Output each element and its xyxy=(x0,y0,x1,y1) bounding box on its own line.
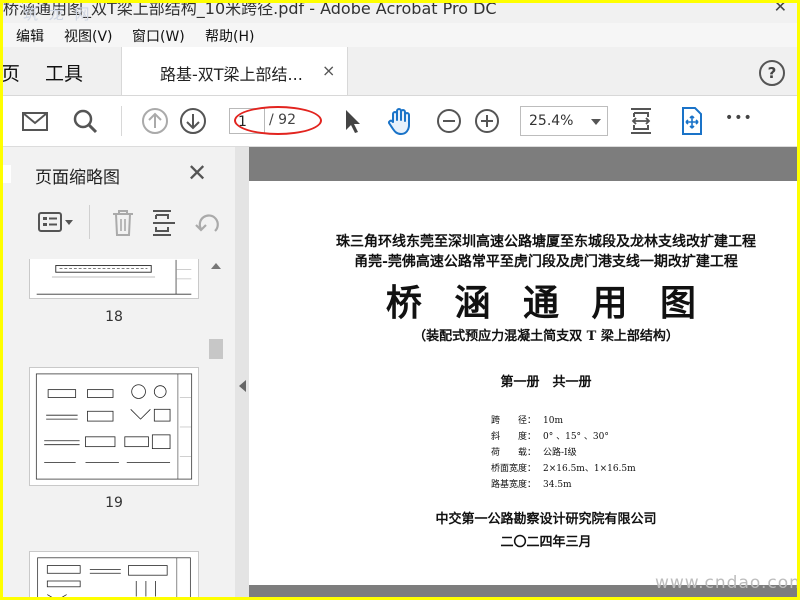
panel-collapse-strip[interactable] xyxy=(235,147,249,597)
scroll-mode-icon[interactable] xyxy=(675,105,707,137)
thumbnail-page-number: 18 xyxy=(105,309,123,325)
page-down-icon[interactable] xyxy=(177,105,209,137)
page-up-icon[interactable] xyxy=(139,105,171,137)
spec-row: 桥面宽度： 2×16.5m、1×16.5m xyxy=(491,461,636,474)
page-extract-icon[interactable] xyxy=(149,207,179,239)
spec-value: 10m xyxy=(543,416,563,426)
organization: 中交第一公路勘察设计研究院有限公司 xyxy=(435,512,657,527)
project-title-line2: 甬莞-莞佛高速公路常平至虎门段及虎门港支线一期改扩建工程 xyxy=(354,254,738,270)
rotate-icon[interactable] xyxy=(193,207,223,239)
project-title-line1: 珠三角环线东莞至深圳高速公路塘厦至东城段及龙林支线改扩建工程 xyxy=(336,234,756,250)
hand-tool-icon[interactable] xyxy=(384,105,416,137)
tab-document[interactable]: 路基-双T梁上部结... × xyxy=(121,47,348,95)
tab-document-label: 路基-双T梁上部结... xyxy=(160,65,303,84)
spec-row: 路基宽度： 34.5m xyxy=(491,477,572,490)
subtitle: （装配式预应力混凝土简支双 T 梁上部结构） xyxy=(413,329,679,344)
mail-icon[interactable] xyxy=(19,105,51,137)
panel-pointer xyxy=(3,165,11,183)
tab-close-icon[interactable]: × xyxy=(322,61,335,80)
title-bar: 桥涵通用图_双T梁上部结构_10米跨径.pdf - Adobe Acrobat … xyxy=(3,3,797,23)
tab-home[interactable]: 页 xyxy=(3,59,20,86)
select-cursor-icon[interactable] xyxy=(336,105,368,137)
watermark-bottom: www.cndao.com xyxy=(655,573,797,593)
thumbnail-page[interactable] xyxy=(29,367,199,486)
chevron-down-icon xyxy=(591,119,601,125)
thumbnail-scrollbar[interactable] xyxy=(207,259,225,597)
spec-key: 桥面宽度： xyxy=(491,464,537,474)
window-close-button[interactable]: ✕ xyxy=(774,3,787,16)
scroll-up-icon[interactable] xyxy=(211,263,221,269)
document-page: 珠三角环线东莞至深圳高速公路塘厦至东城段及龙林支线改扩建工程 甬莞-莞佛高速公路… xyxy=(249,181,797,585)
spec-key: 路基宽度： xyxy=(491,480,537,490)
spec-value: 公路-Ⅰ级 xyxy=(543,448,577,458)
spec-value: 2×16.5m、1×16.5m xyxy=(543,464,636,474)
menu-window[interactable]: 窗口(W) xyxy=(132,26,185,46)
spec-key: 荷 载： xyxy=(491,448,537,458)
main-title: 桥 涵 通 用 图 xyxy=(385,282,707,324)
zoom-in-icon[interactable] xyxy=(471,105,503,137)
menu-bar: 编辑 视图(V) 窗口(W) 帮助(H) xyxy=(3,23,797,47)
search-icon[interactable] xyxy=(69,105,101,137)
watermark-top: 筑 龙 网 xyxy=(23,5,93,23)
thumbnail-panel: 页面缩略图 ✕ 18 19 xyxy=(3,147,236,597)
spec-key: 跨 径： xyxy=(491,416,537,426)
help-icon[interactable]: ? xyxy=(759,60,785,86)
zoom-select[interactable]: 25.4% xyxy=(520,106,608,136)
zoom-value: 25.4% xyxy=(529,113,574,129)
spec-key: 斜 度： xyxy=(491,432,537,442)
trash-icon[interactable] xyxy=(109,207,137,239)
panel-title: 页面缩略图 xyxy=(35,168,120,188)
volume-label: 第一册 共一册 xyxy=(500,375,592,390)
scrollbar-thumb[interactable] xyxy=(209,339,223,359)
fit-page-icon[interactable] xyxy=(625,105,657,137)
tab-tools[interactable]: 工具 xyxy=(45,59,83,86)
spec-value: 0° 、15° 、30° xyxy=(543,432,609,442)
menu-edit[interactable]: 编辑 xyxy=(16,26,44,46)
toolbar-separator xyxy=(121,106,122,136)
thumbnail-options-icon[interactable] xyxy=(37,209,77,237)
chevron-left-icon[interactable] xyxy=(239,380,246,392)
thumbnail-page-number: 19 xyxy=(105,495,123,511)
spec-value: 34.5m xyxy=(543,480,572,490)
more-icon[interactable]: ••• xyxy=(725,110,757,142)
annotation-ellipse xyxy=(234,106,322,135)
spec-row: 斜 度： 0° 、15° 、30° xyxy=(491,429,609,442)
thumbnail-page[interactable] xyxy=(29,259,199,299)
thumbnail-page[interactable] xyxy=(29,551,199,597)
app-window: 桥涵通用图_双T梁上部结构_10米跨径.pdf - Adobe Acrobat … xyxy=(3,3,797,597)
document-viewport[interactable]: 珠三角环线东莞至深圳高速公路塘厦至东城段及龙林支线改扩建工程 甬莞-莞佛高速公路… xyxy=(249,147,797,597)
spec-row: 荷 载： 公路-Ⅰ级 xyxy=(491,445,577,458)
toolbar: 1 / 92 25.4% ••• xyxy=(3,96,797,147)
panel-toolbar xyxy=(3,195,235,255)
tab-bar: 页 工具 路基-双T梁上部结... × ? xyxy=(3,47,797,96)
menu-view[interactable]: 视图(V) xyxy=(64,26,113,46)
menu-help[interactable]: 帮助(H) xyxy=(205,26,254,46)
panel-separator xyxy=(89,205,90,239)
thumbnail-list: 18 19 xyxy=(3,259,208,597)
zoom-out-icon[interactable] xyxy=(433,105,465,137)
panel-close-icon[interactable]: ✕ xyxy=(187,159,207,187)
document-date: 二〇二四年三月 xyxy=(500,535,592,550)
spec-row: 跨 径： 10m xyxy=(491,413,563,426)
